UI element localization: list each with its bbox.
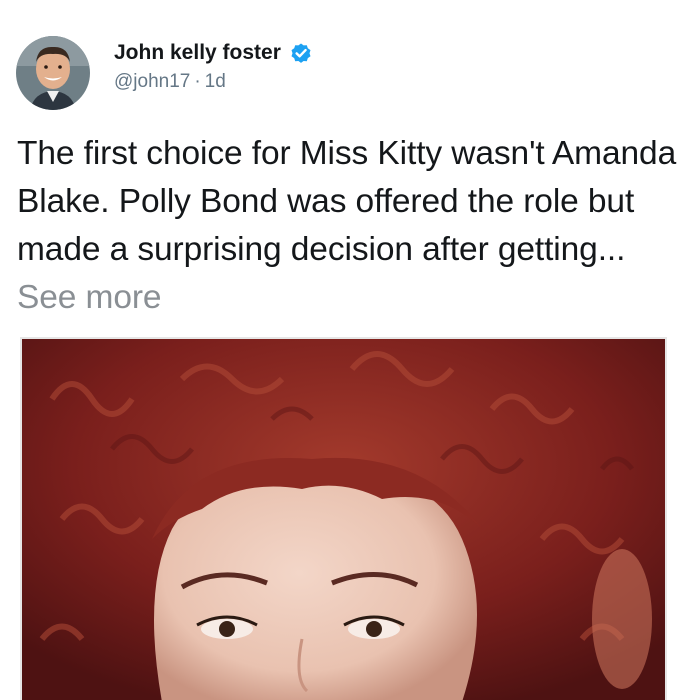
tweet-header: John kelly foster @john17 · 1d [16, 36, 313, 116]
see-more-link[interactable]: See more [17, 279, 162, 316]
avatar[interactable] [16, 36, 90, 110]
avatar-photo-icon [16, 36, 90, 110]
author-display-name[interactable]: John kelly foster [114, 41, 281, 65]
author-handle[interactable]: @john17 [114, 71, 190, 92]
tweet-card: John kelly foster @john17 · 1d The first c… [0, 0, 700, 700]
tweet-media[interactable] [20, 337, 667, 700]
meta-separator: · [194, 71, 201, 92]
author-meta: John kelly foster @john17 · 1d [114, 38, 313, 93]
name-row: John kelly foster [114, 38, 313, 68]
timestamp[interactable]: 1d [205, 71, 226, 92]
handle-row: @john17 · 1d [114, 71, 313, 93]
tweet-body-text: The first choice for Miss Kitty wasn't A… [17, 135, 677, 268]
portrait-photo [22, 339, 665, 700]
verified-badge-icon [289, 41, 313, 65]
tweet-body: The first choice for Miss Kitty wasn't A… [17, 130, 687, 322]
